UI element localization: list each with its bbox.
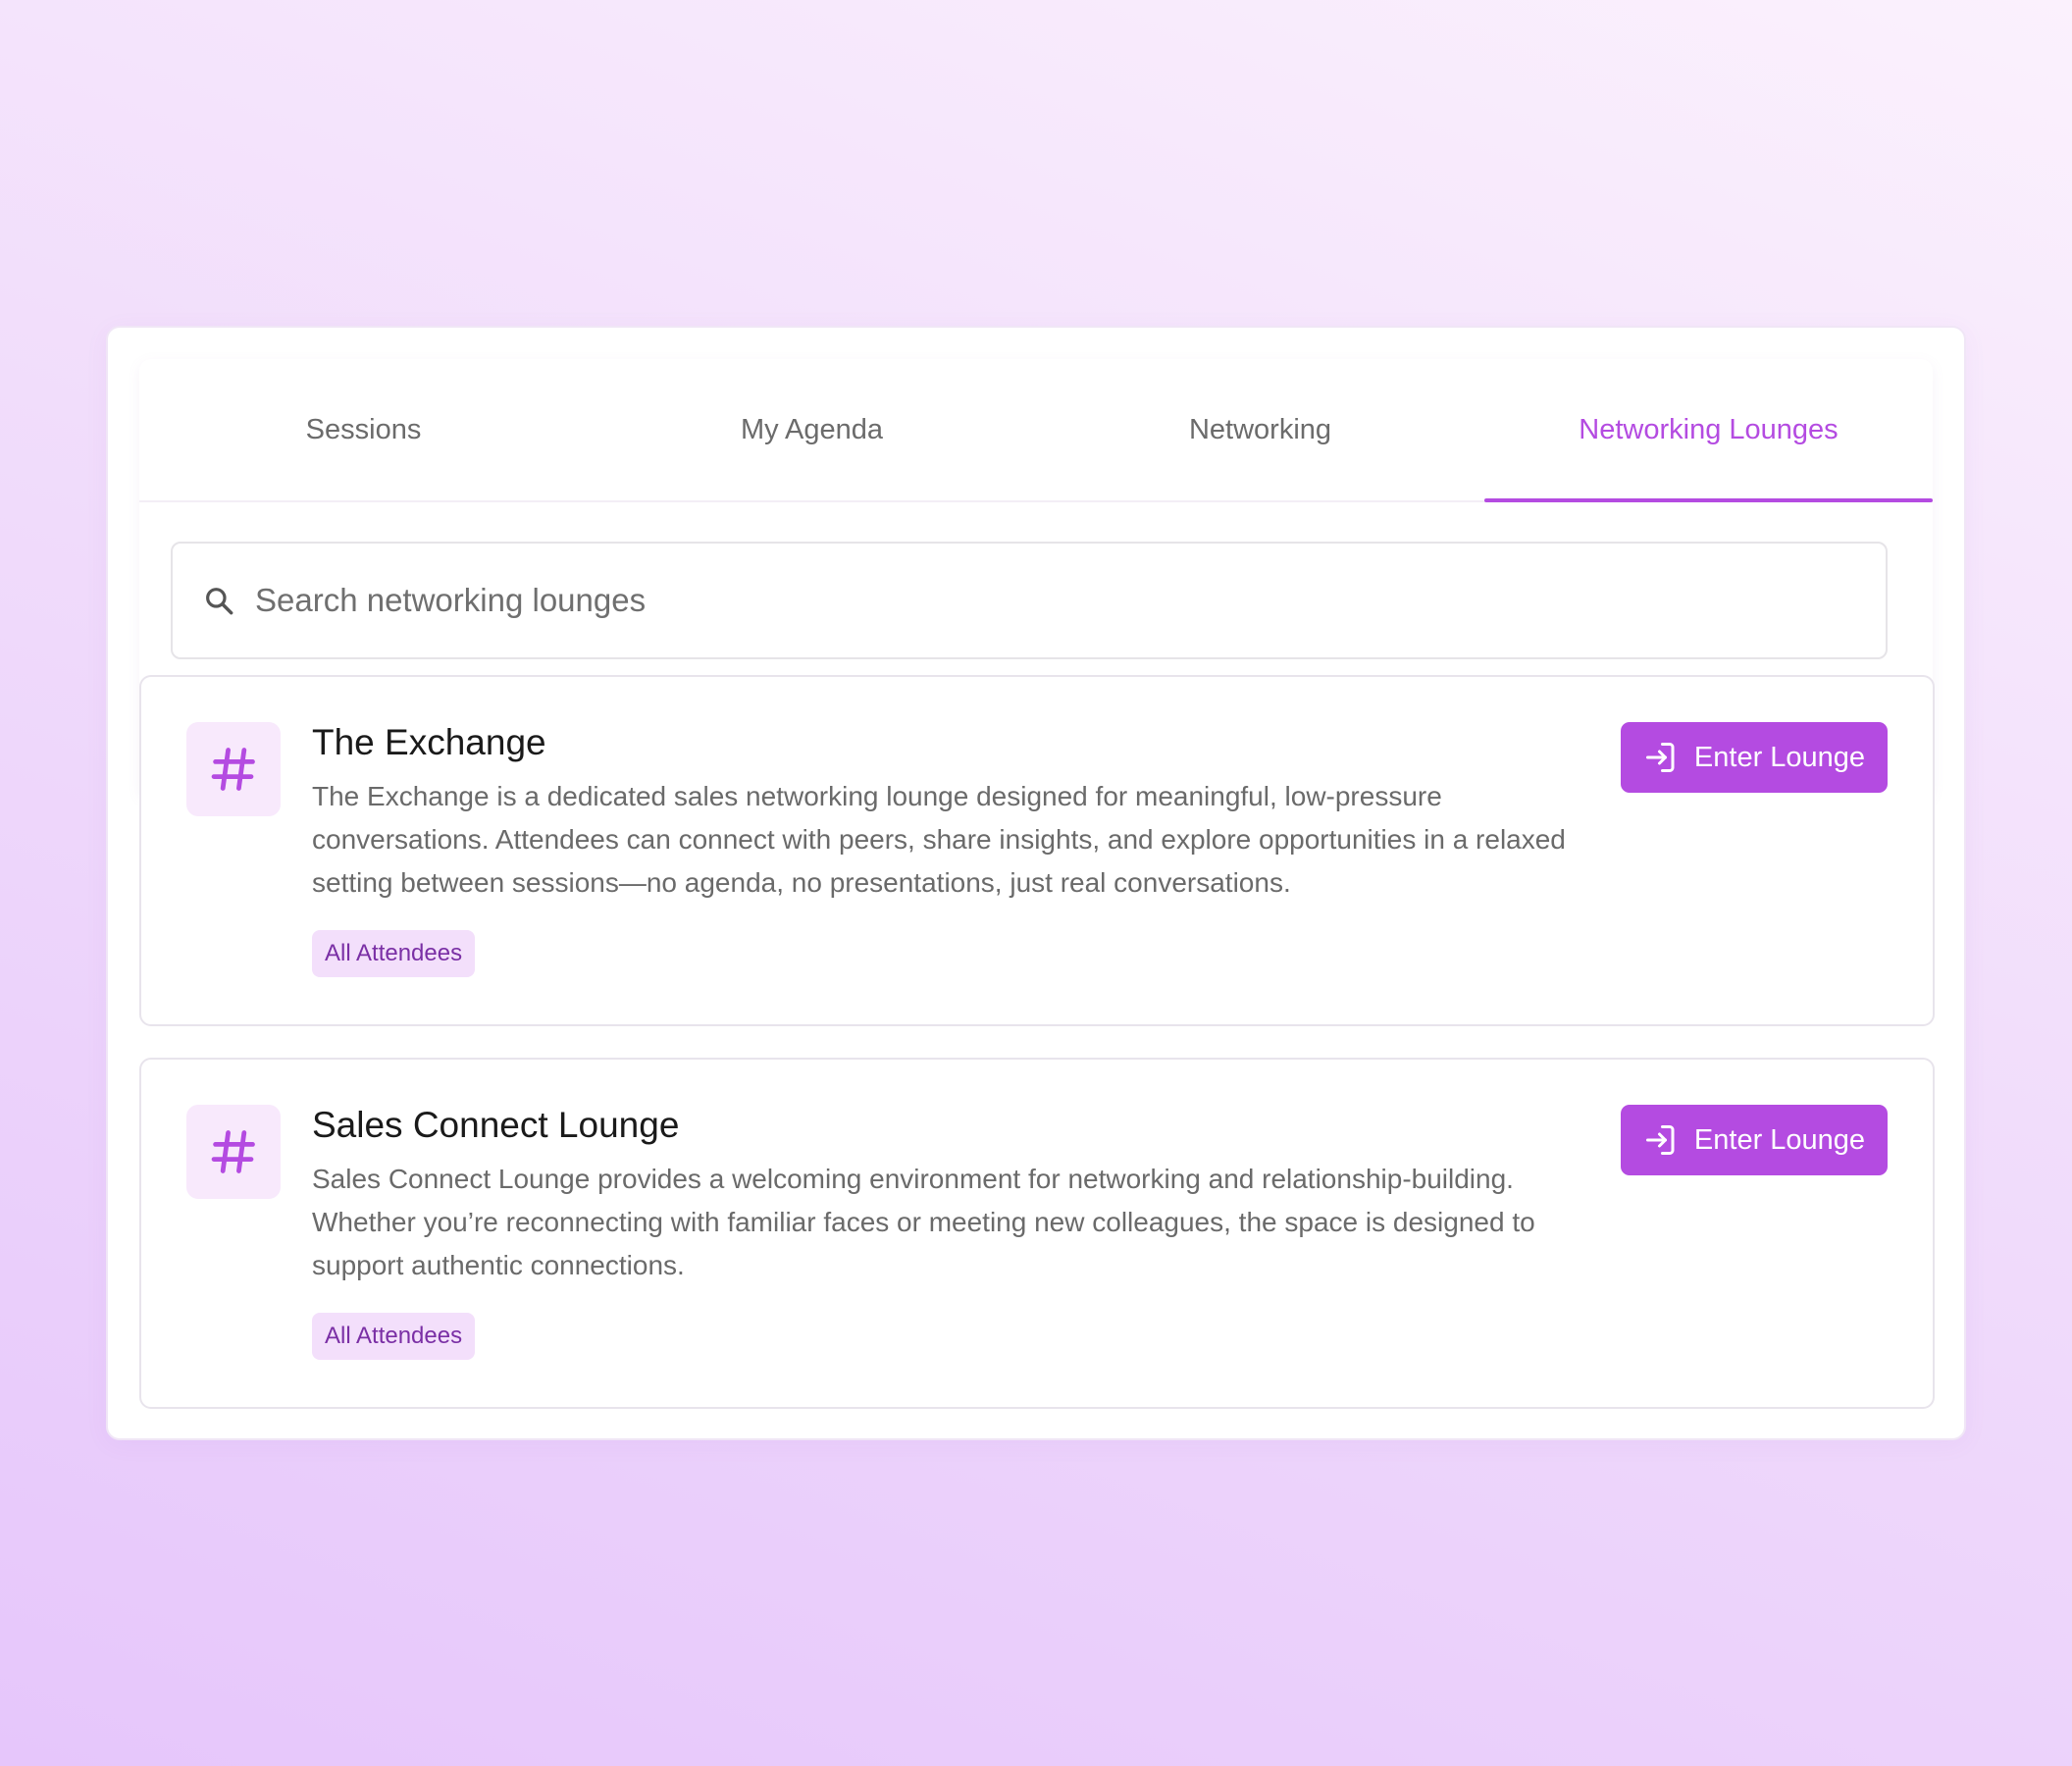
search-input[interactable]: [253, 581, 1827, 620]
lounge-title: The Exchange: [312, 722, 546, 762]
hash-icon: [186, 1105, 281, 1199]
lounge-description: Sales Connect Lounge provides a welcomin…: [312, 1164, 1535, 1280]
enter-lounge-button[interactable]: Enter Lounge: [1621, 722, 1888, 793]
lounge-card-the-exchange: The Exchange The Exchange is a dedicated…: [139, 675, 1935, 1026]
audience-badge: All Attendees: [312, 1313, 476, 1360]
tab-my-agenda[interactable]: My Agenda: [588, 359, 1036, 500]
tab-sessions[interactable]: Sessions: [139, 359, 588, 500]
lounge-title: Sales Connect Lounge: [312, 1105, 680, 1145]
enter-icon: [1643, 740, 1679, 775]
hash-icon: [186, 722, 281, 816]
enter-lounge-button[interactable]: Enter Lounge: [1621, 1105, 1888, 1175]
tab-networking-lounges[interactable]: Networking Lounges: [1484, 359, 1933, 502]
enter-icon: [1643, 1122, 1679, 1158]
search-icon: [202, 584, 235, 617]
lounge-card-sales-connect: Sales Connect Lounge Sales Connect Loung…: [139, 1058, 1935, 1409]
audience-badge: All Attendees: [312, 930, 476, 977]
enter-lounge-label: Enter Lounge: [1693, 741, 1866, 773]
enter-lounge-label: Enter Lounge: [1693, 1123, 1866, 1156]
tab-networking[interactable]: Networking: [1036, 359, 1484, 500]
lounges-panel: Sessions My Agenda Networking Networking…: [106, 326, 1966, 1440]
tab-bar: Sessions My Agenda Networking Networking…: [139, 359, 1933, 502]
lounge-description: The Exchange is a dedicated sales networ…: [312, 781, 1566, 898]
search-box: [171, 542, 1888, 659]
